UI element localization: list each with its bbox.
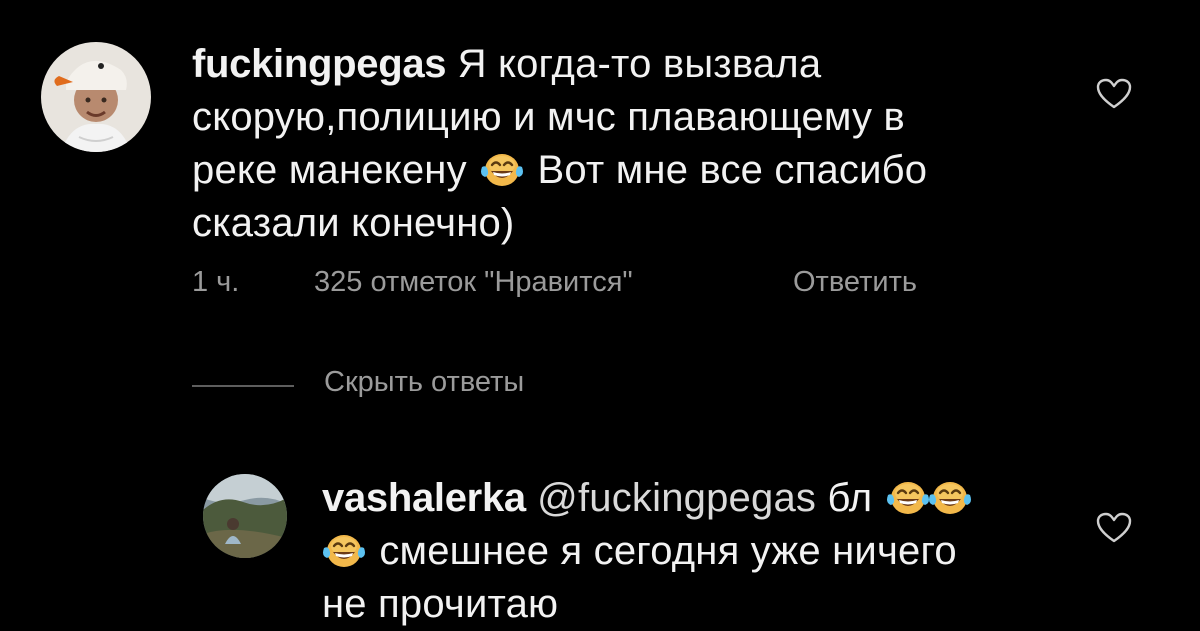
comment-line: скорую,полицию и мчс плавающему в [192, 95, 906, 139]
comment-line: реке манекену Вот мне все спасибо [192, 144, 1072, 197]
comment-line: не прочитаю [322, 582, 559, 626]
comment-text-segment: бл [827, 476, 873, 520]
heart-icon[interactable] [1096, 512, 1132, 544]
comment-text-segment: Вот мне все спасибо [537, 148, 928, 192]
face-with-tears-of-joy-icon [480, 152, 525, 188]
username[interactable]: fuckingpegas [192, 42, 447, 86]
comment-text-segment: смешнее я сегодня уже ничего [379, 529, 957, 573]
reply-comment: vashalerka @fuckingpegas бл смешнее я се… [0, 460, 1200, 628]
heart-icon[interactable] [1096, 78, 1132, 110]
likes-count[interactable]: 325 отметок "Нравится" [314, 266, 633, 299]
avatar[interactable] [203, 474, 287, 558]
comment-text-segment: Я когда-то вызвала [457, 42, 822, 86]
comment-text-segment: реке манекену [192, 148, 467, 192]
comment: fuckingpegas Я когда-то вызвала скорую,п… [0, 0, 1200, 310]
comment-line: сказали конечно) [192, 201, 515, 245]
comment-line: fuckingpegas Я когда-то вызвала [192, 38, 1072, 91]
divider [192, 385, 294, 387]
comment-line: vashalerka @fuckingpegas бл [322, 472, 1082, 525]
face-with-tears-of-joy-icon [322, 533, 366, 569]
comment-text: fuckingpegas Я когда-то вызвала скорую,п… [192, 38, 1072, 250]
comment-meta: 1 ч. 325 отметок "Нравится" Ответить [192, 266, 992, 302]
hide-replies-label: Скрыть ответы [324, 366, 525, 398]
avatar[interactable] [41, 42, 151, 152]
hide-replies-toggle[interactable]: Скрыть ответы [192, 366, 612, 406]
face-with-tears-of-joy-icon [927, 480, 972, 516]
username[interactable]: vashalerka [322, 476, 526, 520]
face-with-tears-of-joy-icon [885, 480, 930, 516]
comment-text: vashalerka @fuckingpegas бл смешнее я се… [322, 472, 1082, 631]
mention-link[interactable]: @fuckingpegas [537, 476, 816, 520]
timestamp: 1 ч. [192, 266, 240, 298]
comment-line: смешнее я сегодня уже ничего [322, 525, 1082, 578]
reply-button[interactable]: Ответить [793, 266, 917, 299]
